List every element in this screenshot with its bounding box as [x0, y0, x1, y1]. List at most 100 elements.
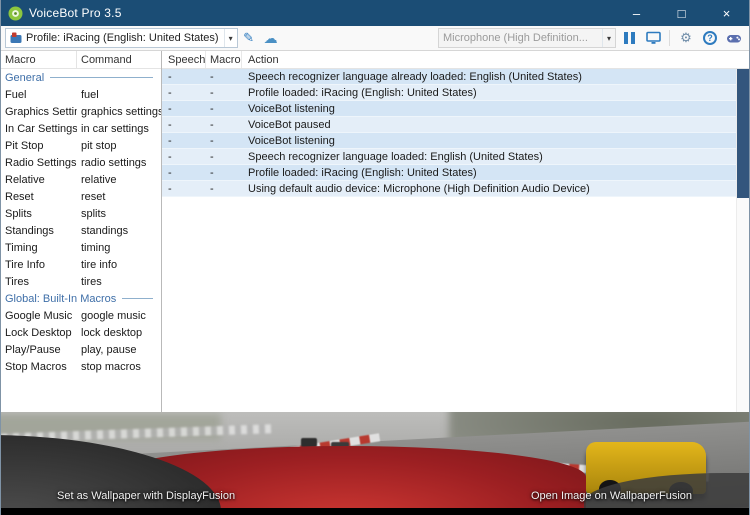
cockpit-frame-art: [1, 435, 221, 515]
log-action-cell: VoiceBot listening: [242, 135, 749, 147]
log-macro-cell: -: [206, 151, 242, 163]
log-panel: Speech Macro Action --Speech recognizer …: [162, 51, 749, 412]
log-action-cell: Speech recognizer language already loade…: [242, 71, 749, 83]
titlebar: VoiceBot Pro 3.5 – □ ×: [1, 0, 749, 26]
window-controls: – □ ×: [614, 0, 749, 26]
log-macro-cell: -: [206, 119, 242, 131]
macro-list-item[interactable]: Timingtiming: [1, 239, 161, 256]
macro-list-item[interactable]: Pit Stoppit stop: [1, 137, 161, 154]
log-rows: --Speech recognizer language already loa…: [162, 69, 749, 412]
chevron-down-icon[interactable]: ▾: [224, 29, 237, 47]
macro-name: Lock Desktop: [1, 327, 77, 339]
macro-name: Fuel: [1, 89, 77, 101]
help-button[interactable]: ?: [699, 28, 721, 48]
log-row[interactable]: --VoiceBot listening: [162, 133, 749, 149]
close-button[interactable]: ×: [704, 0, 749, 26]
column-header-macro[interactable]: Macro: [206, 51, 242, 68]
log-speech-cell: -: [162, 87, 206, 99]
edit-profile-button[interactable]: ✎: [238, 28, 260, 48]
command-name: pit stop: [77, 140, 161, 152]
macro-list-item[interactable]: Fuelfuel: [1, 86, 161, 103]
column-header-macro[interactable]: Macro: [1, 51, 77, 68]
profile-dropdown[interactable]: Profile: iRacing (English: United States…: [5, 28, 238, 48]
macro-panel-header: Macro Command: [1, 51, 161, 69]
column-header-speech[interactable]: Speech: [162, 51, 206, 68]
log-row[interactable]: --Using default audio device: Microphone…: [162, 181, 749, 197]
gear-icon: ⚙: [680, 30, 692, 46]
scrollbar-thumb[interactable]: [737, 69, 749, 198]
pause-icon: [624, 32, 635, 44]
log-action-cell: Profile loaded: iRacing (English: United…: [242, 87, 749, 99]
game-controller-icon: [726, 32, 742, 45]
log-speech-cell: -: [162, 167, 206, 179]
macro-name: Standings: [1, 225, 77, 237]
log-action-cell: Speech recognizer language loaded: Engli…: [242, 151, 749, 163]
macro-list-item[interactable]: Relativerelative: [1, 171, 161, 188]
log-action-cell: Profile loaded: iRacing (English: United…: [242, 167, 749, 179]
log-row[interactable]: --Speech recognizer language already loa…: [162, 69, 749, 85]
log-row[interactable]: --VoiceBot listening: [162, 101, 749, 117]
column-header-command[interactable]: Command: [77, 51, 161, 68]
macro-name: Play/Pause: [1, 344, 77, 356]
command-name: play, pause: [77, 344, 161, 356]
macro-name: Relative: [1, 174, 77, 186]
log-speech-cell: -: [162, 71, 206, 83]
macro-list-item[interactable]: Lock Desktoplock desktop: [1, 324, 161, 341]
macro-group-label: Global: Built-In Macros: [5, 293, 116, 305]
command-name: timing: [77, 242, 161, 254]
log-scrollbar[interactable]: [736, 69, 749, 412]
microphone-dropdown[interactable]: Microphone (High Definition... ▾: [438, 28, 616, 48]
controller-button[interactable]: [723, 28, 745, 48]
log-macro-cell: -: [206, 103, 242, 115]
log-speech-cell: -: [162, 119, 206, 131]
macro-list-item[interactable]: Play/Pauseplay, pause: [1, 341, 161, 358]
macro-list-item[interactable]: Tirestires: [1, 273, 161, 290]
cloud-sync-button[interactable]: ☁: [260, 28, 282, 48]
log-row[interactable]: --VoiceBot paused: [162, 117, 749, 133]
macro-panel: Macro Command GeneralFuelfuelGraphics Se…: [1, 51, 162, 412]
app-window: VoiceBot Pro 3.5 – □ × Profile: iRacing …: [0, 0, 750, 515]
log-action-cell: VoiceBot listening: [242, 103, 749, 115]
display-window-button[interactable]: [642, 28, 664, 48]
command-name: tires: [77, 276, 161, 288]
macro-list-item[interactable]: In Car Settingsin car settings: [1, 120, 161, 137]
log-row[interactable]: --Speech recognizer language loaded: Eng…: [162, 149, 749, 165]
macro-list-item[interactable]: Graphics Settingsgraphics settings: [1, 103, 161, 120]
voicebot-app-icon: [8, 6, 23, 21]
command-name: splits: [77, 208, 161, 220]
macro-list-item[interactable]: Radio Settingsradio settings: [1, 154, 161, 171]
macro-name: Tires: [1, 276, 77, 288]
command-name: in car settings: [77, 123, 161, 135]
command-name: lock desktop: [77, 327, 161, 339]
chevron-down-icon[interactable]: ▾: [602, 29, 615, 47]
monitor-icon: [646, 31, 661, 45]
macro-list-item[interactable]: Google Musicgoogle music: [1, 307, 161, 324]
macro-list-item[interactable]: Tire Infotire info: [1, 256, 161, 273]
log-macro-cell: -: [206, 135, 242, 147]
macro-list-item[interactable]: Splitssplits: [1, 205, 161, 222]
toolbar-right-group: Microphone (High Definition... ▾ ⚙ ?: [438, 28, 745, 48]
minimize-button[interactable]: –: [614, 0, 659, 26]
set-wallpaper-link[interactable]: Set as Wallpaper with DisplayFusion: [57, 490, 235, 502]
cloud-icon: ☁: [264, 30, 278, 47]
macro-name: Splits: [1, 208, 77, 220]
maximize-button[interactable]: □: [659, 0, 704, 26]
open-image-link[interactable]: Open Image on WallpaperFusion: [531, 490, 692, 502]
macro-name: In Car Settings: [1, 123, 77, 135]
toolbar-separator: [669, 30, 670, 46]
macro-list-item[interactable]: Standingsstandings: [1, 222, 161, 239]
macro-list: GeneralFuelfuelGraphics Settingsgraphics…: [1, 69, 161, 412]
log-row[interactable]: --Profile loaded: iRacing (English: Unit…: [162, 165, 749, 181]
toolbar: Profile: iRacing (English: United States…: [1, 26, 749, 51]
macro-list-item[interactable]: Resetreset: [1, 188, 161, 205]
log-action-cell: Using default audio device: Microphone (…: [242, 183, 749, 195]
pause-listening-button[interactable]: [618, 28, 640, 48]
settings-button[interactable]: ⚙: [675, 28, 697, 48]
macro-list-item[interactable]: Stop Macrosstop macros: [1, 358, 161, 375]
log-row[interactable]: --Profile loaded: iRacing (English: Unit…: [162, 85, 749, 101]
macro-name: Reset: [1, 191, 77, 203]
column-header-action[interactable]: Action: [242, 51, 749, 68]
profile-icon: [10, 32, 22, 44]
microphone-label: Microphone (High Definition...: [443, 32, 588, 44]
log-speech-cell: -: [162, 103, 206, 115]
